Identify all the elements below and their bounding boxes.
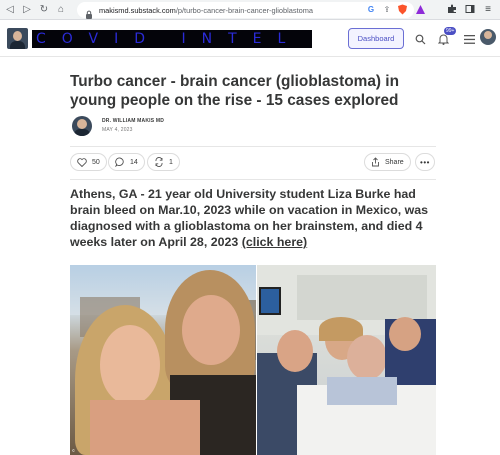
dashboard-button[interactable]: Dashboard <box>348 28 404 49</box>
click-here-link[interactable]: (click here) <box>242 235 307 249</box>
notification-count-badge: 99+ <box>444 27 457 35</box>
sidebar-icon[interactable] <box>464 3 476 15</box>
restack-icon <box>155 157 163 167</box>
comment-bubble-icon <box>115 157 124 167</box>
hospital-photo <box>257 265 436 455</box>
post-date: MAY 4, 2023 <box>102 127 133 133</box>
selfie-photo: © <box>70 265 256 455</box>
share-icon <box>372 157 379 167</box>
publication-logo[interactable] <box>7 28 28 49</box>
menu-icon[interactable] <box>460 30 478 48</box>
like-button[interactable]: 50 <box>70 153 107 171</box>
brave-shield-icon[interactable] <box>396 3 408 15</box>
forward-icon[interactable]: ▷ <box>20 2 34 18</box>
url-text: makismd.substack.com/p/turbo-cancer-brai… <box>99 6 313 15</box>
heart-icon <box>77 157 87 167</box>
brave-rewards-icon[interactable] <box>414 3 426 15</box>
post-lead-paragraph: Athens, GA - 21 year old University stud… <box>70 186 442 250</box>
share-button[interactable]: Share <box>364 153 411 171</box>
photo-source-mark: © <box>72 448 75 453</box>
restack-button[interactable]: 1 <box>147 153 180 171</box>
url-host: makismd.substack.com <box>99 5 176 15</box>
address-bar[interactable]: makismd.substack.com/p/turbo-cancer-brai… <box>77 2 414 19</box>
divider <box>70 146 436 147</box>
post-title: Turbo cancer - brain cancer (glioblastom… <box>70 73 399 109</box>
comment-button[interactable]: 14 <box>108 153 145 171</box>
browser-toolbar: ◁ ▷ ↻ ⌂ makismd.substack.com/p/turbo-can… <box>0 0 500 20</box>
site-header: COVID INTEL Dashboard 99+ <box>0 21 500 57</box>
share-page-icon[interactable]: ⇪ <box>382 5 392 15</box>
google-lens-icon[interactable]: G <box>366 5 376 15</box>
divider <box>70 179 436 180</box>
reload-icon[interactable]: ↻ <box>37 2 51 18</box>
url-path: /p/turbo-cancer-brain-cancer-glioblastom… <box>175 5 314 15</box>
comment-count: 14 <box>130 158 138 166</box>
browser-menu-icon[interactable]: ≡ <box>482 3 494 15</box>
share-label: Share <box>385 158 404 166</box>
author-name[interactable]: DR. WILLIAM MAKIS MD <box>102 118 164 124</box>
author-avatar[interactable] <box>72 116 92 136</box>
home-icon[interactable]: ⌂ <box>54 2 68 18</box>
more-options-button[interactable]: ••• <box>415 153 435 171</box>
back-icon[interactable]: ◁ <box>3 2 17 18</box>
like-count: 50 <box>92 158 100 166</box>
publication-banner[interactable]: COVID INTEL <box>32 30 312 48</box>
search-icon[interactable] <box>411 30 429 48</box>
user-avatar[interactable] <box>480 29 496 45</box>
lock-icon <box>85 6 93 19</box>
extensions-puzzle-icon[interactable] <box>446 3 458 15</box>
more-dots-icon: ••• <box>420 157 430 167</box>
restack-count: 1 <box>169 158 173 166</box>
